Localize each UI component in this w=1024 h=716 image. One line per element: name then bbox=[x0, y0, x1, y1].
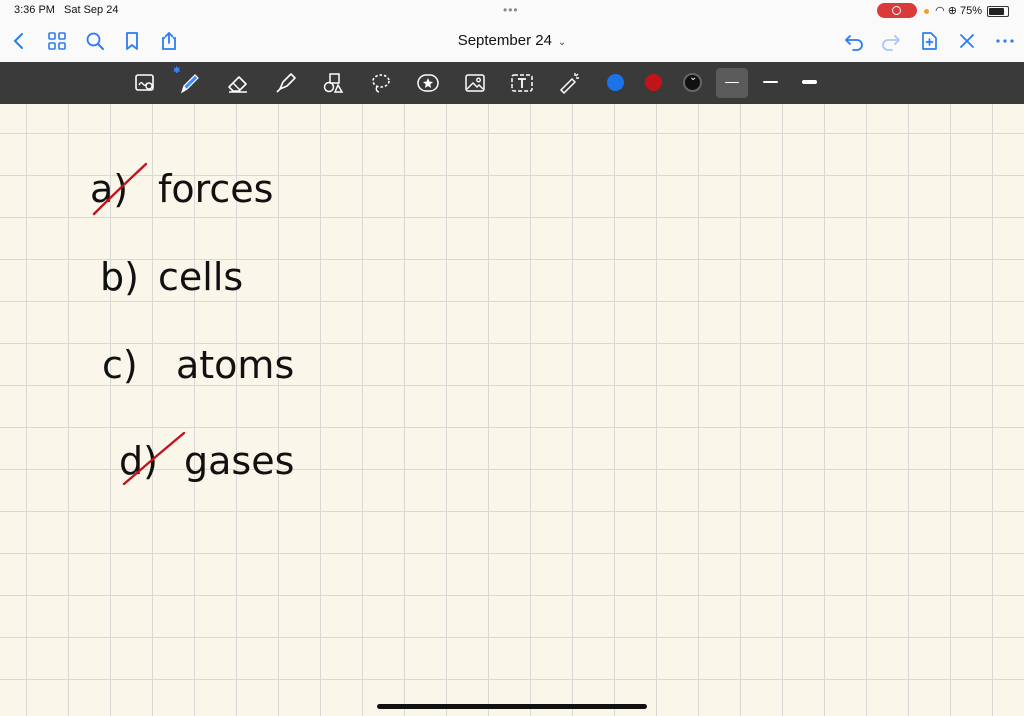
eraser-icon[interactable] bbox=[226, 71, 250, 95]
thin-stroke-icon bbox=[725, 82, 739, 83]
lasso-icon[interactable] bbox=[369, 71, 393, 95]
home-indicator[interactable] bbox=[377, 704, 647, 709]
mic-indicator-icon bbox=[924, 8, 929, 14]
stroke-thin-option[interactable] bbox=[716, 68, 748, 98]
pen-icon[interactable] bbox=[178, 71, 202, 95]
close-icon[interactable] bbox=[956, 30, 978, 52]
laser-pointer-icon[interactable] bbox=[558, 71, 582, 95]
sticker-icon[interactable] bbox=[416, 71, 440, 95]
status-bar: 3:36 PM Sat Sep 24 ••• ◠ ⊕ 75% bbox=[0, 0, 1024, 22]
note-canvas[interactable] bbox=[0, 104, 1024, 716]
status-date: Sat Sep 24 bbox=[64, 4, 119, 16]
orientation-lock-icon: ⊕ bbox=[947, 5, 957, 17]
status-time: 3:36 PM bbox=[14, 4, 55, 16]
shapes-icon[interactable] bbox=[321, 71, 345, 95]
document-title-text: September 24 bbox=[457, 32, 552, 49]
drawing-toolbar: ✱ bbox=[0, 62, 1024, 104]
color-red-swatch[interactable] bbox=[645, 74, 662, 91]
navigation-bar: September 24 ⌄ bbox=[0, 22, 1024, 63]
stroke-thick-option[interactable] bbox=[802, 80, 817, 84]
multitasking-dots-icon[interactable]: ••• bbox=[503, 3, 519, 17]
battery-icon bbox=[987, 5, 1010, 17]
stroke-medium-option[interactable] bbox=[763, 81, 778, 83]
image-icon[interactable] bbox=[463, 71, 487, 95]
undo-icon[interactable] bbox=[843, 30, 865, 52]
redo-icon[interactable] bbox=[880, 30, 902, 52]
chevron-down-icon: ⌄ bbox=[557, 37, 567, 48]
add-page-icon[interactable] bbox=[918, 30, 940, 52]
text-icon[interactable] bbox=[510, 71, 534, 95]
battery-percent: 75% bbox=[960, 5, 983, 17]
color-blue-swatch[interactable] bbox=[607, 74, 624, 91]
wifi-icon: ◠ bbox=[935, 5, 945, 17]
zoom-window-icon[interactable] bbox=[133, 71, 157, 95]
highlighter-icon[interactable] bbox=[274, 71, 298, 95]
color-black-swatch[interactable] bbox=[683, 72, 702, 92]
screen-recording-icon[interactable] bbox=[877, 3, 917, 18]
document-title[interactable]: September 24 ⌄ bbox=[0, 32, 1024, 49]
more-icon[interactable] bbox=[994, 30, 1016, 52]
status-indicators: ◠ ⊕ 75% bbox=[924, 4, 1020, 17]
